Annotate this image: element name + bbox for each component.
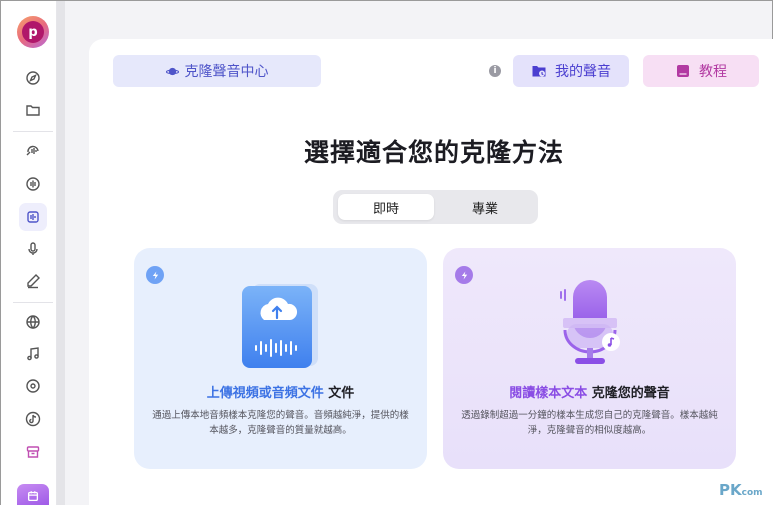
voice-folder-icon xyxy=(532,66,546,77)
my-voice-label: 我的聲音 xyxy=(555,64,611,80)
read-card-title: 閱讀樣本文本 克隆您的聲音 xyxy=(443,382,736,401)
book-icon xyxy=(677,65,689,77)
read-card-title-rest: 克隆您的聲音 xyxy=(587,386,670,401)
microphone-illustration-icon xyxy=(560,280,620,364)
upload-file-card[interactable]: 上傳視頻或音頻文件 文件 通過上傳本地音頻樣本克隆您的聲音。音頻越純淨，提供的樣… xyxy=(134,248,427,469)
watermark-text: PK xyxy=(719,481,742,499)
sidebar-divider xyxy=(13,302,53,303)
microphone-icon[interactable] xyxy=(19,235,47,263)
sidebar-divider xyxy=(13,131,53,132)
voice-clone-center-label: 克隆聲音中心 xyxy=(184,64,269,80)
toggle-option-instant[interactable]: 即時 xyxy=(338,194,434,220)
music-note-icon[interactable] xyxy=(19,340,47,368)
lightning-icon xyxy=(455,266,473,284)
disc-icon[interactable] xyxy=(19,372,47,400)
folder-icon[interactable] xyxy=(19,96,47,124)
sidebar: p xyxy=(1,1,57,505)
planet-icon xyxy=(165,67,179,75)
voice-clone-center-button[interactable]: 克隆聲音中心 xyxy=(113,55,321,87)
avatar[interactable]: p xyxy=(17,16,49,48)
sidebar-scroll-strip xyxy=(57,1,65,505)
watermark-logo: PKcom xyxy=(719,481,763,499)
watermark-small: com xyxy=(741,488,763,498)
my-voice-button[interactable]: 我的聲音 xyxy=(513,55,629,87)
upload-card-description: 通過上傳本地音頻樣本克隆您的聲音。音頻越純淨，提供的樣本越多，克隆聲音的質量就越… xyxy=(152,410,409,436)
compass-icon[interactable] xyxy=(19,64,47,92)
globe-icon[interactable] xyxy=(19,308,47,336)
upload-card-title-accent: 上傳視頻或音頻文件 xyxy=(206,386,324,401)
pen-icon[interactable] xyxy=(19,267,47,295)
upload-card-title: 上傳視頻或音頻文件 文件 xyxy=(134,382,427,401)
page-title: 選擇適合您的克隆方法 xyxy=(303,138,564,167)
lightning-icon xyxy=(146,266,164,284)
tutorial-button[interactable]: 教程 xyxy=(643,55,759,87)
read-sample-card[interactable]: 閱讀樣本文本 克隆您的聲音 透過錄制超過一分鐘的樣本生成您自己的克隆聲音。樣本越… xyxy=(443,248,736,469)
voice-changer-icon[interactable] xyxy=(19,137,47,165)
cloud-upload-file-icon xyxy=(242,284,318,368)
info-icon[interactable]: i xyxy=(489,65,501,77)
avatar-letter: p xyxy=(22,21,44,43)
archive-icon[interactable] xyxy=(19,438,47,466)
tutorial-label: 教程 xyxy=(699,64,727,80)
calendar-icon[interactable] xyxy=(17,484,49,505)
mode-toggle: 即時 專業 xyxy=(333,190,538,224)
audio-wave-icon[interactable] xyxy=(19,170,47,198)
read-card-description: 透過錄制超過一分鐘的樣本生成您自己的克隆聲音。樣本越純淨，克隆聲音的相似度越高。 xyxy=(461,410,718,436)
voice-clone-icon[interactable] xyxy=(19,203,47,231)
tiktok-icon[interactable] xyxy=(19,405,47,433)
toggle-option-professional[interactable]: 專業 xyxy=(437,194,533,220)
read-card-title-accent: 閱讀樣本文本 xyxy=(509,386,588,401)
upload-card-title-rest: 文件 xyxy=(323,386,355,401)
